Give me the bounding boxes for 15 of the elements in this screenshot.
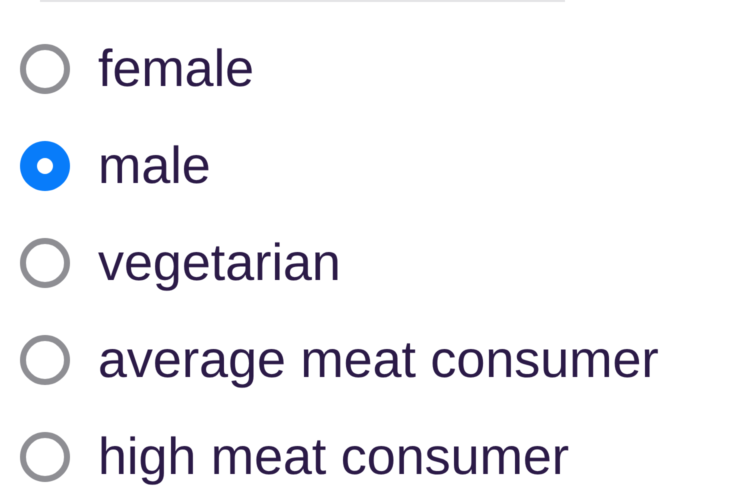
radio-button[interactable] xyxy=(20,335,70,385)
option-label: vegetarian xyxy=(98,233,341,294)
radio-option[interactable]: female xyxy=(20,38,738,100)
radio-option[interactable]: high meat consumer xyxy=(20,426,738,488)
radio-button[interactable] xyxy=(20,432,70,482)
option-label: average meat consumer xyxy=(98,330,659,391)
radio-option[interactable]: vegetarian xyxy=(20,232,738,294)
option-label: male xyxy=(98,136,211,197)
radio-option[interactable]: average meat consumer xyxy=(20,329,738,391)
radio-button[interactable] xyxy=(20,238,70,288)
option-label: high meat consumer xyxy=(98,427,570,488)
radio-button[interactable] xyxy=(20,44,70,94)
radio-button[interactable] xyxy=(20,141,70,191)
radio-option[interactable]: male xyxy=(20,135,738,197)
option-label: female xyxy=(98,39,254,100)
